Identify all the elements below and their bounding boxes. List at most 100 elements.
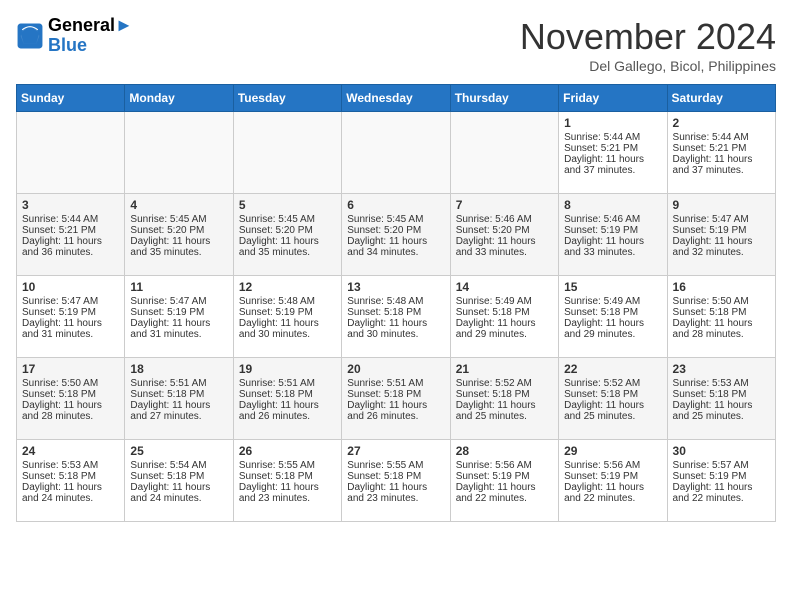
calendar-cell: 22Sunrise: 5:52 AMSunset: 5:18 PMDayligh…: [559, 358, 667, 440]
day-info: Daylight: 11 hours: [239, 400, 336, 411]
day-info: and 23 minutes.: [239, 493, 336, 504]
logo-name: General► Blue: [48, 16, 133, 56]
day-info: Sunrise: 5:48 AM: [239, 296, 336, 307]
day-info: Sunrise: 5:49 AM: [456, 296, 553, 307]
calendar-week-1: 1Sunrise: 5:44 AMSunset: 5:21 PMDaylight…: [17, 112, 776, 194]
day-number: 30: [673, 444, 770, 458]
day-info: Daylight: 11 hours: [564, 236, 661, 247]
day-info: Sunset: 5:19 PM: [456, 471, 553, 482]
calendar-cell: 19Sunrise: 5:51 AMSunset: 5:18 PMDayligh…: [233, 358, 341, 440]
calendar-cell: 8Sunrise: 5:46 AMSunset: 5:19 PMDaylight…: [559, 194, 667, 276]
day-info: Sunrise: 5:49 AM: [564, 296, 661, 307]
day-info: Daylight: 11 hours: [22, 318, 119, 329]
calendar-cell: 17Sunrise: 5:50 AMSunset: 5:18 PMDayligh…: [17, 358, 125, 440]
day-info: and 22 minutes.: [456, 493, 553, 504]
day-number: 11: [130, 280, 227, 294]
day-info: Sunrise: 5:56 AM: [564, 460, 661, 471]
day-info: Sunrise: 5:44 AM: [22, 214, 119, 225]
day-number: 9: [673, 198, 770, 212]
day-info: and 25 minutes.: [673, 411, 770, 422]
day-info: Daylight: 11 hours: [673, 154, 770, 165]
calendar-cell: [450, 112, 558, 194]
day-info: Sunset: 5:18 PM: [673, 389, 770, 400]
day-info: and 33 minutes.: [456, 247, 553, 258]
day-number: 13: [347, 280, 444, 294]
day-info: Daylight: 11 hours: [22, 400, 119, 411]
day-number: 19: [239, 362, 336, 376]
day-number: 4: [130, 198, 227, 212]
day-info: Daylight: 11 hours: [22, 482, 119, 493]
day-info: Daylight: 11 hours: [564, 154, 661, 165]
day-info: and 29 minutes.: [564, 329, 661, 340]
day-info: Sunset: 5:18 PM: [130, 389, 227, 400]
day-info: Daylight: 11 hours: [456, 236, 553, 247]
day-info: Sunset: 5:18 PM: [239, 471, 336, 482]
day-info: Daylight: 11 hours: [347, 318, 444, 329]
calendar-cell: 24Sunrise: 5:53 AMSunset: 5:18 PMDayligh…: [17, 440, 125, 522]
logo-icon: [16, 22, 44, 50]
day-info: Sunset: 5:19 PM: [239, 307, 336, 318]
day-info: and 30 minutes.: [239, 329, 336, 340]
day-info: and 22 minutes.: [673, 493, 770, 504]
day-info: Sunrise: 5:48 AM: [347, 296, 444, 307]
day-number: 8: [564, 198, 661, 212]
calendar-cell: 25Sunrise: 5:54 AMSunset: 5:18 PMDayligh…: [125, 440, 233, 522]
logo: General► Blue: [16, 16, 133, 56]
calendar-cell: 3Sunrise: 5:44 AMSunset: 5:21 PMDaylight…: [17, 194, 125, 276]
calendar-cell: 9Sunrise: 5:47 AMSunset: 5:19 PMDaylight…: [667, 194, 775, 276]
day-info: Sunrise: 5:56 AM: [456, 460, 553, 471]
day-info: Sunset: 5:18 PM: [347, 471, 444, 482]
day-info: Daylight: 11 hours: [347, 236, 444, 247]
day-info: Daylight: 11 hours: [456, 400, 553, 411]
day-info: Daylight: 11 hours: [130, 236, 227, 247]
day-number: 20: [347, 362, 444, 376]
calendar-cell: 13 Sunrise: 5:48 AMSunset: 5:18 PMDayligh…: [342, 276, 450, 358]
calendar-week-5: 24Sunrise: 5:53 AMSunset: 5:18 PMDayligh…: [17, 440, 776, 522]
calendar-header-row: SundayMondayTuesdayWednesdayThursdayFrid…: [17, 85, 776, 112]
day-info: Sunrise: 5:46 AM: [456, 214, 553, 225]
day-number: 29: [564, 444, 661, 458]
day-info: Sunset: 5:18 PM: [673, 307, 770, 318]
calendar-body: 1Sunrise: 5:44 AMSunset: 5:21 PMDaylight…: [17, 112, 776, 522]
day-info: Sunrise: 5:46 AM: [564, 214, 661, 225]
calendar-cell: [17, 112, 125, 194]
day-info: Sunrise: 5:50 AM: [673, 296, 770, 307]
day-info: Daylight: 11 hours: [239, 482, 336, 493]
day-info: and 33 minutes.: [564, 247, 661, 258]
day-info: Daylight: 11 hours: [456, 482, 553, 493]
day-info: and 26 minutes.: [347, 411, 444, 422]
day-info: Sunrise: 5:47 AM: [22, 296, 119, 307]
day-info: Sunset: 5:18 PM: [22, 471, 119, 482]
day-info: and 29 minutes.: [456, 329, 553, 340]
day-info: Sunrise: 5:55 AM: [239, 460, 336, 471]
calendar-cell: [125, 112, 233, 194]
calendar-cell: 27Sunrise: 5:55 AMSunset: 5:18 PMDayligh…: [342, 440, 450, 522]
day-info: Daylight: 11 hours: [673, 482, 770, 493]
day-number: 16: [673, 280, 770, 294]
day-info: Sunset: 5:18 PM: [22, 389, 119, 400]
day-info: Sunset: 5:19 PM: [673, 225, 770, 236]
day-number: 10: [22, 280, 119, 294]
calendar-cell: 4Sunrise: 5:45 AMSunset: 5:20 PMDaylight…: [125, 194, 233, 276]
day-info: Sunrise: 5:47 AM: [130, 296, 227, 307]
day-info: Sunset: 5:21 PM: [564, 143, 661, 154]
day-info: Sunrise: 5:54 AM: [130, 460, 227, 471]
calendar-cell: 16Sunrise: 5:50 AMSunset: 5:18 PMDayligh…: [667, 276, 775, 358]
day-info: and 34 minutes.: [347, 247, 444, 258]
calendar-cell: 7Sunrise: 5:46 AMSunset: 5:20 PMDaylight…: [450, 194, 558, 276]
calendar-week-2: 3Sunrise: 5:44 AMSunset: 5:21 PMDaylight…: [17, 194, 776, 276]
day-info: Sunset: 5:21 PM: [22, 225, 119, 236]
day-info: Sunset: 5:18 PM: [347, 307, 444, 318]
day-info: and 23 minutes.: [347, 493, 444, 504]
day-number: 18: [130, 362, 227, 376]
weekday-header-wednesday: Wednesday: [342, 85, 450, 112]
day-number: 14: [456, 280, 553, 294]
weekday-header-tuesday: Tuesday: [233, 85, 341, 112]
calendar-cell: 29Sunrise: 5:56 AMSunset: 5:19 PMDayligh…: [559, 440, 667, 522]
day-number: 1: [564, 116, 661, 130]
day-info: Sunrise: 5:57 AM: [673, 460, 770, 471]
day-info: Sunrise: 5:53 AM: [673, 378, 770, 389]
day-number: 6: [347, 198, 444, 212]
day-info: and 31 minutes.: [22, 329, 119, 340]
calendar-cell: 11Sunrise: 5:47 AMSunset: 5:19 PMDayligh…: [125, 276, 233, 358]
